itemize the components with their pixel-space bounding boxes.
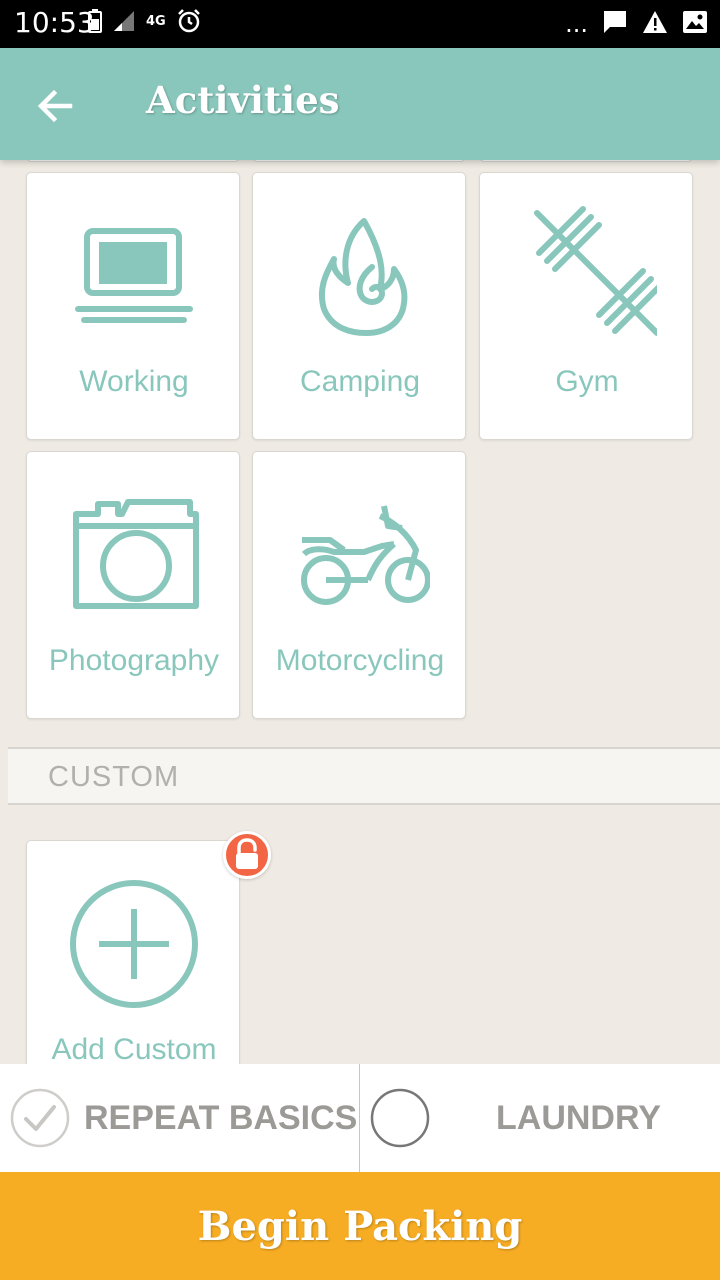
custom-section-header: CUSTOM	[8, 747, 720, 805]
laundry-option[interactable]: LAUNDRY	[370, 1064, 720, 1172]
activity-label: Motorcycling	[275, 644, 445, 677]
section-title: CUSTOM	[48, 761, 180, 793]
message-icon	[604, 11, 626, 33]
activity-label: Working	[79, 365, 189, 398]
flame-icon	[318, 218, 408, 336]
activity-label: Gym	[555, 365, 619, 398]
activity-card-working[interactable]: Working	[26, 172, 240, 440]
overflow-dots: ...	[565, 10, 588, 38]
activity-card-camping[interactable]: Camping	[252, 172, 466, 440]
activity-label: Photography	[48, 644, 220, 677]
status-icons-right: ...	[565, 8, 708, 36]
activities-grid[interactable]: Working Camping Gym Photography Motorcyc…	[0, 160, 720, 1064]
barbell-icon	[534, 206, 657, 336]
peek-card	[27, 160, 239, 162]
motorcycle-icon	[301, 505, 430, 605]
battery-icon	[88, 9, 102, 33]
status-bar: 10:53 4G ...	[0, 0, 720, 48]
app-bar: Activities	[0, 48, 720, 160]
back-button[interactable]	[30, 82, 78, 130]
page-title: Activities	[146, 78, 340, 122]
activity-card-motorcycling[interactable]: Motorcycling	[252, 451, 466, 719]
repeat-basics-option[interactable]: REPEAT BASICS	[10, 1064, 359, 1172]
activity-card-gym[interactable]: Gym	[479, 172, 693, 440]
options-bar: REPEAT BASICS LAUNDRY	[0, 1064, 720, 1172]
repeat-basics-label: REPEAT BASICS	[84, 1098, 358, 1137]
peek-card	[480, 160, 692, 162]
camera-icon	[73, 499, 199, 609]
status-icons-left: 4G	[88, 8, 202, 34]
activity-label: Add Custom	[51, 1033, 217, 1064]
alarm-icon	[177, 9, 200, 33]
arrow-left-icon	[37, 89, 73, 123]
activity-card-photography[interactable]: Photography	[26, 451, 240, 719]
laptop-icon	[75, 228, 193, 323]
peek-card	[253, 160, 465, 162]
divider	[359, 1064, 360, 1172]
unchecked-circle-icon[interactable]	[370, 1088, 430, 1148]
begin-packing-button[interactable]: Begin Packing	[0, 1172, 720, 1280]
warning-icon	[643, 11, 667, 33]
unlock-icon	[236, 838, 258, 869]
plus-circle-icon	[70, 880, 198, 1008]
status-time: 10:53	[14, 6, 95, 39]
network-type: 4G	[146, 13, 166, 29]
checked-circle-icon[interactable]	[10, 1088, 70, 1148]
signal-icon	[114, 11, 134, 31]
lock-badge	[223, 831, 271, 879]
laundry-label: LAUNDRY	[496, 1098, 661, 1137]
image-icon	[683, 11, 707, 33]
add-custom-card[interactable]: Add Custom	[26, 831, 271, 1064]
activity-label: Camping	[299, 365, 421, 398]
begin-packing-label: Begin Packing	[197, 1202, 523, 1250]
